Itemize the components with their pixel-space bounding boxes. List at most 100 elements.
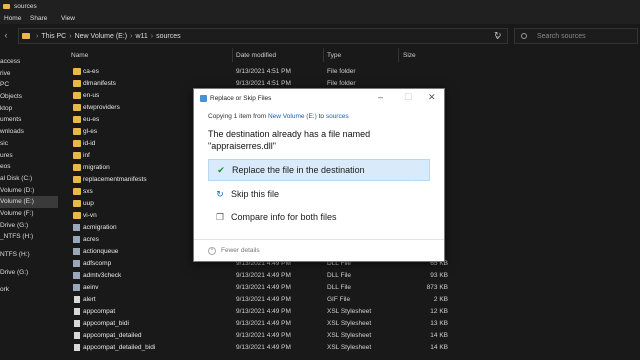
file-name: appcompat_detailed_bidi	[83, 344, 156, 351]
copying-prefix: Copying 1 item from	[208, 113, 267, 120]
to-word: to	[318, 113, 324, 120]
dll-file-icon	[73, 284, 80, 291]
column-type[interactable]: Type	[327, 52, 341, 59]
sidebar-item-selected[interactable]: Volume (E:)	[0, 196, 58, 208]
tab-share[interactable]: Share	[30, 15, 47, 22]
fewer-details-label: Fewer details	[221, 247, 260, 254]
sidebar-item[interactable]: Drive (G:)	[0, 267, 58, 279]
tab-home[interactable]: Home	[4, 15, 21, 22]
folder-icon	[73, 80, 81, 87]
file-date: 9/13/2021 4:49 PM	[236, 308, 291, 315]
sidebar-item[interactable]: ures	[0, 150, 58, 162]
file-name: id-id	[83, 140, 96, 147]
file-type: DLL File	[327, 284, 351, 291]
folder-icon	[22, 33, 30, 39]
address-row: ‹ › This PC › New Volume (E:) › w11 › so…	[0, 26, 640, 46]
skip-file-button[interactable]: ↻ Skip this file	[208, 183, 430, 205]
breadcrumb-volume[interactable]: New Volume (E:)	[75, 33, 128, 40]
dll-file-icon	[73, 260, 80, 267]
breadcrumb-w11[interactable]: w11	[135, 33, 147, 40]
file-name: appcompat	[83, 308, 116, 315]
table-row[interactable]: appcompat 9/13/2021 4:49 PM XSL Stylesheet…	[58, 306, 640, 318]
tab-view[interactable]: View	[61, 15, 75, 22]
window-title: sources	[14, 2, 37, 10]
back-arrow-icon[interactable]: ‹	[0, 30, 12, 40]
file-name: appcompat_bidi	[83, 320, 129, 327]
replace-file-button[interactable]: ✔ Replace the file in the destination	[208, 159, 430, 181]
file-name: uup	[83, 200, 94, 207]
sidebar-item[interactable]: _NTFS (H:)	[0, 231, 58, 243]
file-name: actionqueue	[83, 248, 119, 255]
close-icon[interactable]: ✕	[428, 92, 436, 103]
table-row[interactable]: ca-es 9/13/2021 4:51 PM File folder	[58, 66, 640, 78]
breadcrumb-sources[interactable]: sources	[156, 33, 181, 40]
sidebar-item[interactable]: uments	[0, 114, 58, 126]
folder-icon	[73, 140, 81, 147]
table-row[interactable]: alert 9/13/2021 4:49 PM GIF File 2 KB	[58, 294, 640, 306]
address-bar[interactable]: › This PC › New Volume (E:) › w11 › sour…	[18, 28, 508, 44]
folder-icon	[3, 3, 10, 9]
sidebar-item[interactable]: Objects	[0, 91, 58, 103]
folder-icon	[73, 128, 81, 135]
file-name: appcompat_detailed	[83, 332, 142, 339]
table-row[interactable]: appcompat_detailed_bidi 9/13/2021 4:49 PM…	[58, 342, 640, 354]
sidebar-item[interactable]: Volume (D:)	[0, 185, 58, 197]
chevron-up-icon: ^	[208, 246, 216, 255]
table-row[interactable]: appcompat_detailed 9/13/2021 4:49 PM XSL S…	[58, 330, 640, 342]
file-size: 13 KB	[430, 320, 448, 327]
sidebar-item[interactable]: ork	[0, 284, 58, 296]
copying-info: Copying 1 item from New Volume (E:) to s…	[208, 113, 349, 120]
minimize-icon[interactable]: –	[378, 92, 383, 102]
compare-label: Compare info for both files	[231, 212, 337, 222]
sidebar-item[interactable]: rive	[0, 68, 58, 80]
skip-label: Skip this file	[231, 189, 280, 199]
sidebar-item[interactable]: sic	[0, 138, 58, 150]
file-date: 9/13/2021 4:51 PM	[236, 80, 291, 87]
sidebar-item[interactable]: wnloads	[0, 126, 58, 138]
dll-file-icon	[73, 224, 80, 231]
navigation-pane: access rive PC Objects ktop uments wnloa…	[0, 48, 58, 360]
table-row[interactable]: appcompat_bidi 9/13/2021 4:49 PM XSL Style…	[58, 318, 640, 330]
dll-file-icon	[73, 236, 80, 243]
sidebar-item[interactable]: ktop	[0, 103, 58, 115]
ribbon-tabs: Home Share View	[0, 12, 640, 24]
folder-icon	[73, 212, 81, 219]
file-icon	[74, 308, 80, 315]
sidebar-item[interactable]: al Disk (C:)	[0, 173, 58, 185]
file-name: replacementmanifests	[83, 176, 147, 183]
sidebar-item[interactable]: access	[0, 56, 58, 68]
file-name: ca-es	[83, 68, 99, 75]
file-name: eu-es	[83, 116, 100, 123]
compare-icon: ❐	[215, 211, 225, 222]
dialog-title: Replace or Skip Files	[210, 95, 272, 102]
sidebar-item[interactable]: NTFS (H:)	[0, 249, 58, 261]
breadcrumb-this-pc[interactable]: This PC	[41, 33, 66, 40]
column-name[interactable]: Name	[71, 52, 88, 59]
table-row[interactable]: aeinv 9/13/2021 4:49 PM DLL File 873 KB	[58, 282, 640, 294]
file-type: XSL Stylesheet	[327, 344, 372, 351]
replace-or-skip-dialog: Replace or Skip Files – ☐ ✕ Copying 1 it…	[193, 88, 445, 262]
table-row[interactable]: admtv3check 9/13/2021 4:49 PM DLL File 93 K…	[58, 270, 640, 282]
file-name: sxs	[83, 188, 93, 195]
fewer-details-toggle[interactable]: ^ Fewer details	[194, 239, 444, 261]
file-icon	[74, 344, 80, 351]
folder-icon	[73, 164, 81, 171]
sidebar-item[interactable]: Drive (G:)	[0, 220, 58, 232]
file-name: acmigration	[83, 224, 117, 231]
destination-link[interactable]: sources	[326, 113, 349, 120]
file-date: 9/13/2021 4:49 PM	[236, 296, 291, 303]
folder-icon	[73, 116, 81, 123]
column-size[interactable]: Size	[403, 52, 416, 59]
file-name: dlmanifests	[83, 80, 116, 87]
dll-file-icon	[73, 272, 80, 279]
file-name: admtv3check	[83, 272, 122, 279]
sidebar-item[interactable]: PC	[0, 79, 58, 91]
file-type: DLL File	[327, 272, 351, 279]
search-input[interactable]: Search sources	[514, 28, 638, 44]
source-link[interactable]: New Volume (E:)	[268, 113, 317, 120]
refresh-icon[interactable]: ↻	[494, 30, 502, 41]
sidebar-item[interactable]: Volume (F:)	[0, 208, 58, 220]
column-date[interactable]: Date modified	[236, 52, 276, 59]
sidebar-item[interactable]: eos	[0, 161, 58, 173]
compare-files-button[interactable]: ❐ Compare info for both files	[208, 206, 430, 228]
